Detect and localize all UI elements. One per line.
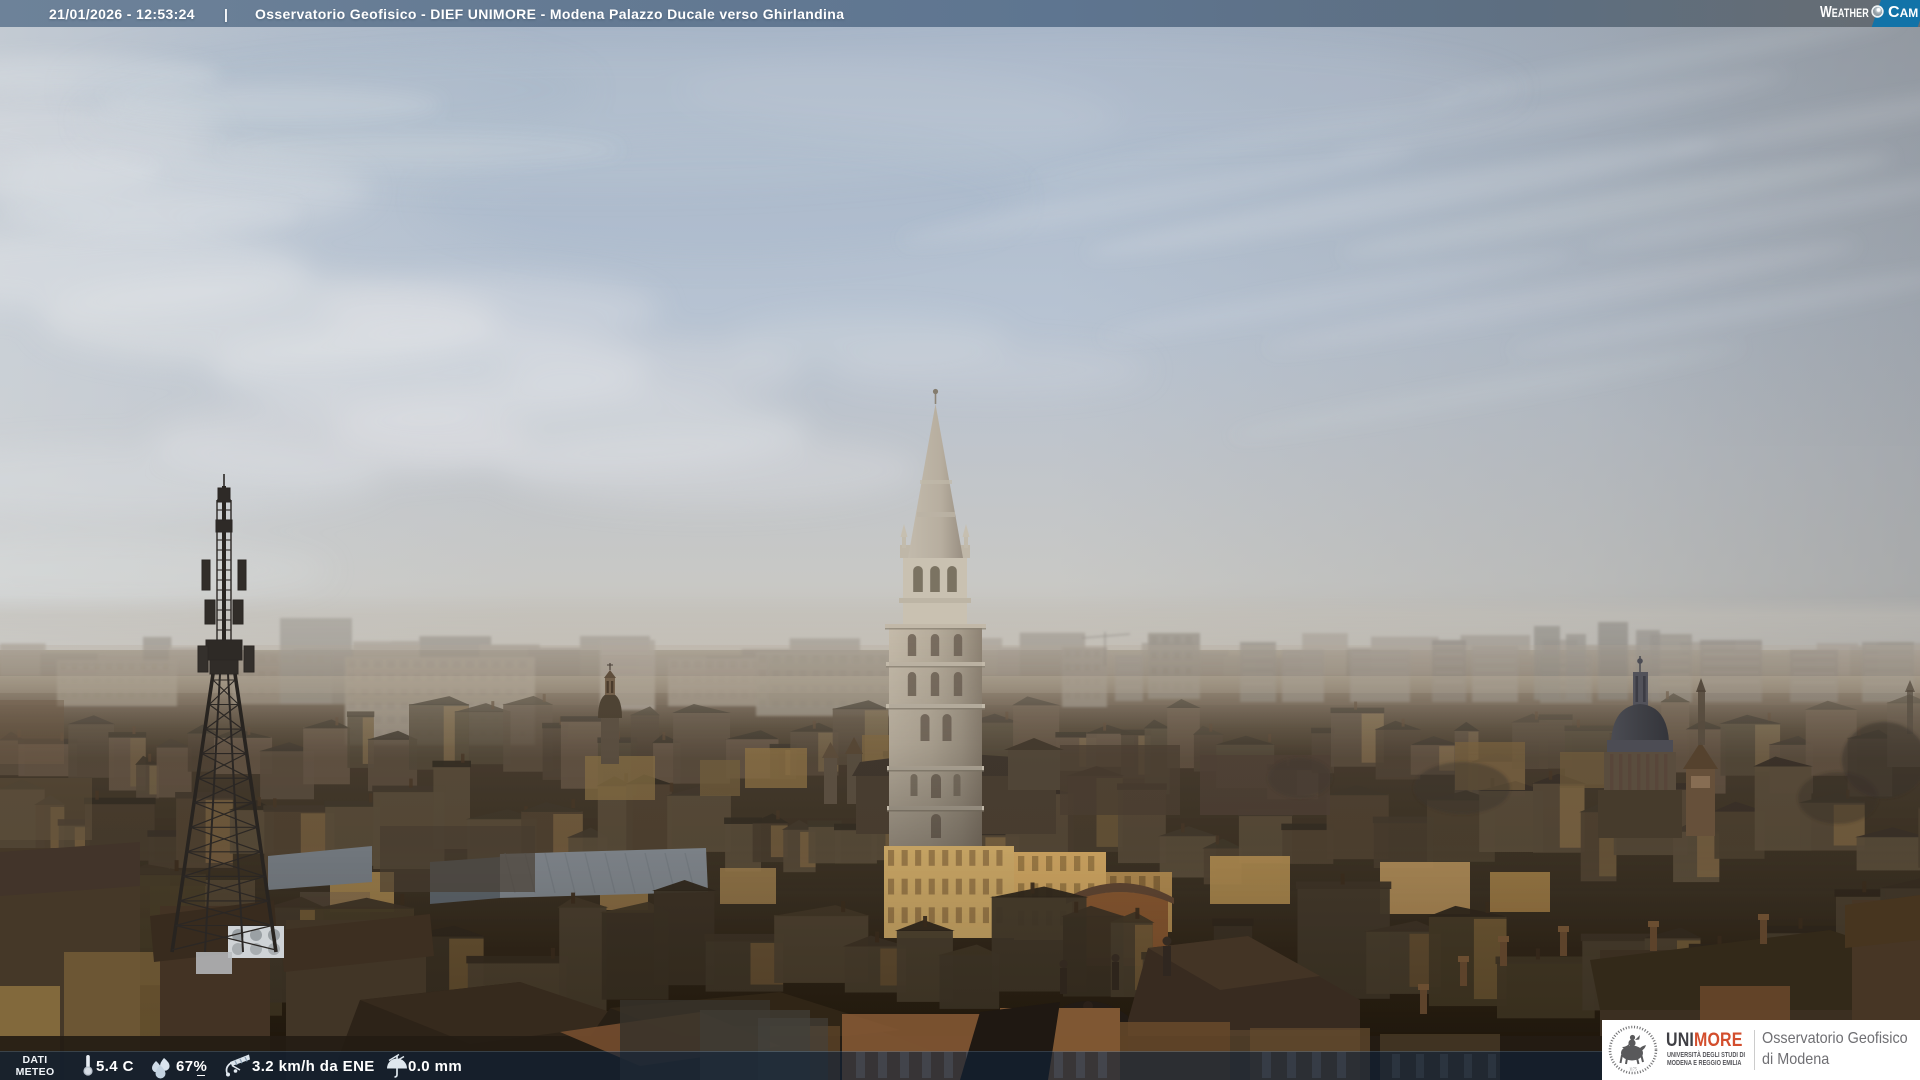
svg-text:1175: 1175	[1629, 1067, 1637, 1072]
